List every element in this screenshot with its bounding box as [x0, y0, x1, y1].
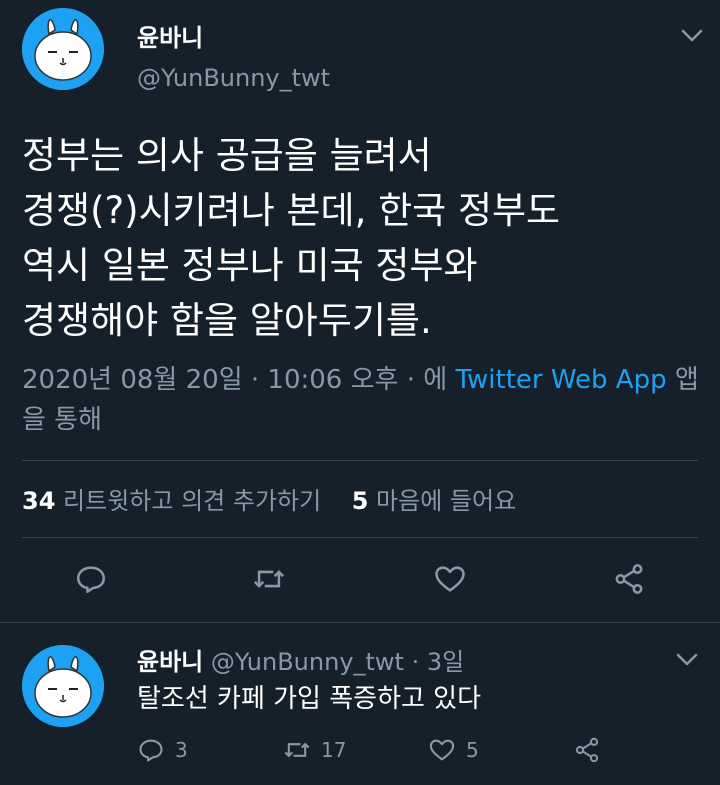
tweet-text-line: 경쟁(?)시키려나 본데, 한국 정부도 [22, 189, 561, 232]
reply-author-handle[interactable]: @YunBunny_twt · 3일 [211, 648, 464, 676]
source-app-link[interactable]: Twitter Web App [455, 365, 666, 395]
reply-count: 3 [175, 738, 188, 762]
retweet-button[interactable] [249, 559, 289, 599]
tweet-meta: 2020년 08월 20일 · 10:06 오후 · 에 Twitter Web… [22, 360, 702, 440]
author-handle[interactable]: @YunBunny_twt [137, 64, 330, 92]
chevron-down-icon[interactable] [675, 652, 699, 668]
retweet-icon [253, 570, 285, 588]
reply-share-button[interactable] [573, 735, 611, 765]
reply-text: 탈조선 카페 가입 폭증하고 있다 [137, 684, 482, 714]
divider [0, 622, 720, 623]
reply-like-count: 5 [466, 738, 479, 762]
divider [22, 460, 698, 461]
reply-icon [139, 739, 163, 762]
reply-header: 윤바니 @YunBunny_twt · 3일 [137, 642, 464, 677]
like-icon [429, 739, 455, 761]
tweet-stats: 34 리트윗하고 의견 추가하기 5 마음에 들어요 [22, 481, 516, 516]
retweet-count[interactable]: 34 [22, 487, 55, 515]
share-icon [615, 564, 643, 594]
reply-icon [76, 566, 106, 594]
reply-author-avatar[interactable] [22, 645, 104, 727]
author-name[interactable]: 윤바니 [137, 18, 203, 53]
share-button[interactable] [609, 559, 649, 599]
tweet-text-line: 정부는 의사 공급을 늘려서 [22, 134, 432, 177]
share-icon [575, 737, 599, 763]
tweet-timestamp: 2020년 08월 20일 · 10:06 오후 · 에 [22, 365, 456, 395]
reply-reply-button[interactable]: 3 [137, 735, 188, 765]
tweet-text-line: 경쟁해야 함을 알아두기를. [22, 299, 432, 342]
reply-author-name[interactable]: 윤바니 [137, 648, 203, 676]
like-label[interactable]: 마음에 들어요 [376, 487, 516, 515]
reply-button[interactable] [71, 559, 111, 599]
reply-retweet-button[interactable]: 17 [283, 735, 346, 765]
retweet-icon [284, 742, 310, 758]
tweet-text-line: 역시 일본 정부나 미국 정부와 [22, 244, 478, 287]
tweet-text: 정부는 의사 공급을 늘려서 경쟁(?)시키려나 본데, 한국 정부도 역시 일… [22, 128, 702, 348]
like-count[interactable]: 5 [352, 487, 369, 515]
chevron-down-icon[interactable] [680, 28, 704, 44]
author-avatar[interactable] [22, 8, 104, 90]
divider [22, 537, 698, 538]
reply-retweet-count: 17 [321, 738, 347, 762]
like-button[interactable] [430, 559, 470, 599]
retweet-label[interactable]: 리트윗하고 의견 추가하기 [63, 487, 321, 515]
like-icon [435, 566, 465, 592]
reply-like-button[interactable]: 5 [428, 735, 479, 765]
